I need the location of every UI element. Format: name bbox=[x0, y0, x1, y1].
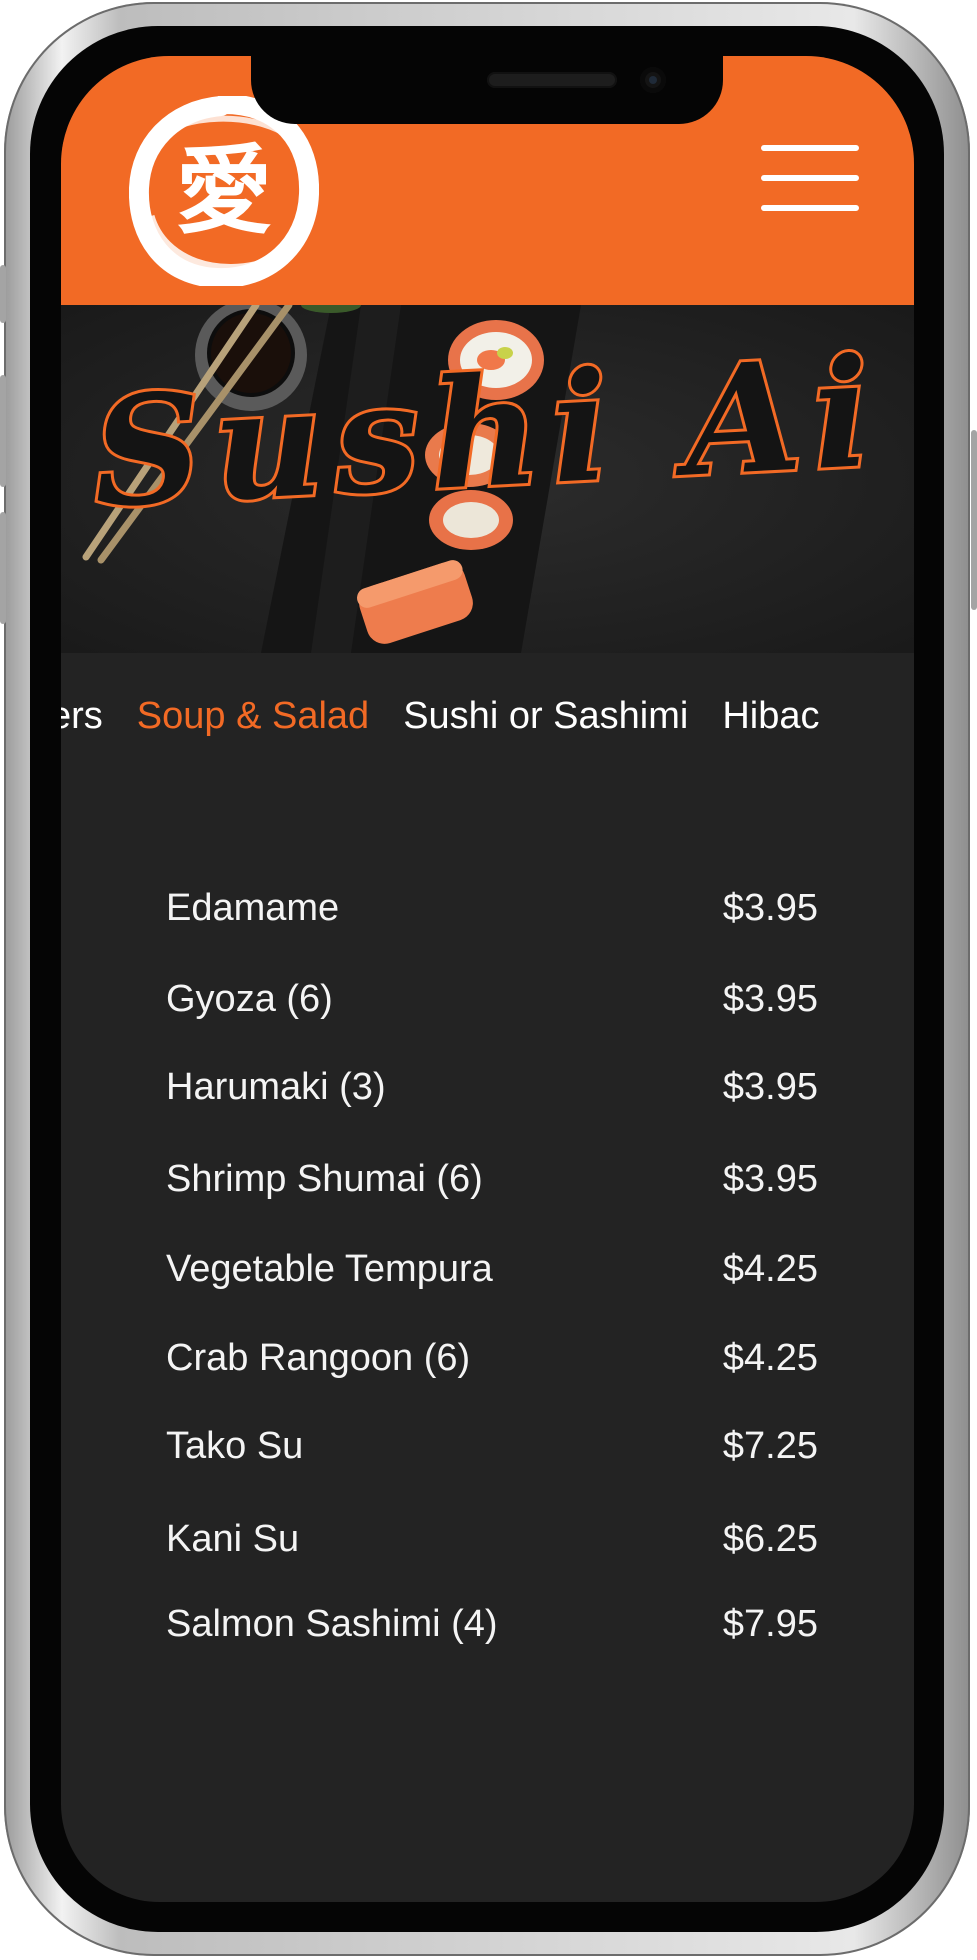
menu-item-name: Vegetable Tempura bbox=[166, 1247, 493, 1290]
menu-item-price: $7.95 bbox=[722, 1602, 818, 1645]
hero-banner: Sushi Ai bbox=[61, 305, 914, 653]
menu-item-price: $4.25 bbox=[722, 1336, 818, 1379]
speaker-grille bbox=[487, 72, 617, 88]
menu-item[interactable]: Vegetable Tempura $4.25 bbox=[166, 1244, 818, 1294]
tab-soup-salad[interactable]: Soup & Salad bbox=[137, 693, 369, 739]
menu-item[interactable]: Harumaki (3) $3.95 bbox=[166, 1062, 818, 1112]
menu-item-price: $3.95 bbox=[722, 886, 818, 929]
menu-item-name: Crab Rangoon (6) bbox=[166, 1336, 471, 1379]
front-camera bbox=[640, 67, 666, 93]
menu-item-name: Tako Su bbox=[166, 1424, 304, 1467]
volume-down-button bbox=[0, 512, 6, 624]
menu-item-price: $6.25 bbox=[722, 1517, 818, 1560]
silent-switch bbox=[0, 265, 6, 323]
phone-mockup: 愛 Sushi Ai rs Soup & Salad Sushi or Sash… bbox=[0, 0, 977, 1960]
menu-item-price: $3.95 bbox=[722, 977, 818, 1020]
phone-notch bbox=[251, 56, 723, 124]
menu-item[interactable]: Shrimp Shumai (6) $3.95 bbox=[166, 1154, 818, 1204]
ai-kanji-logo-icon[interactable]: 愛 bbox=[128, 94, 320, 289]
svg-text:愛: 愛 bbox=[176, 135, 272, 247]
menu-item-price: $7.25 bbox=[722, 1424, 818, 1467]
menu-item[interactable]: Gyoza (6) $3.95 bbox=[166, 974, 818, 1024]
tab-sushi-sashimi[interactable]: Sushi or Sashimi bbox=[403, 693, 688, 739]
menu-item[interactable]: Tako Su $7.25 bbox=[166, 1421, 818, 1471]
power-button bbox=[971, 430, 977, 610]
category-tabs: tizers Soup & Salad Sushi or Sashimi Hib… bbox=[61, 653, 914, 781]
menu-item[interactable]: Salmon Sashimi (4) $7.95 bbox=[166, 1599, 818, 1649]
menu-item-price: $3.95 bbox=[722, 1065, 818, 1108]
volume-up-button bbox=[0, 375, 6, 487]
tabs-track: tizers Soup & Salad Sushi or Sashimi Hib… bbox=[61, 693, 819, 739]
menu-item[interactable]: Crab Rangoon (6) $4.25 bbox=[166, 1333, 818, 1383]
tab-appetizers[interactable]: tizers bbox=[61, 693, 103, 739]
tab-hibachi[interactable]: Hibac bbox=[722, 693, 819, 739]
menu-item-name: Kani Su bbox=[166, 1517, 300, 1560]
menu-item-price: $4.25 bbox=[722, 1247, 818, 1290]
menu-item[interactable]: Kani Su $6.25 bbox=[166, 1514, 818, 1564]
menu-item-name: Edamame bbox=[166, 886, 340, 929]
menu-item-price: $3.95 bbox=[722, 1157, 818, 1200]
menu-item-name: Shrimp Shumai (6) bbox=[166, 1157, 483, 1200]
menu-item-name: Salmon Sashimi (4) bbox=[166, 1602, 498, 1645]
phone-screen: 愛 Sushi Ai rs Soup & Salad Sushi or Sash… bbox=[61, 56, 914, 1902]
menu-item[interactable]: Edamame $3.95 bbox=[166, 883, 818, 933]
hamburger-menu-icon[interactable] bbox=[761, 145, 861, 211]
menu-item-name: Harumaki (3) bbox=[166, 1065, 386, 1108]
menu-item-name: Gyoza (6) bbox=[166, 977, 333, 1020]
